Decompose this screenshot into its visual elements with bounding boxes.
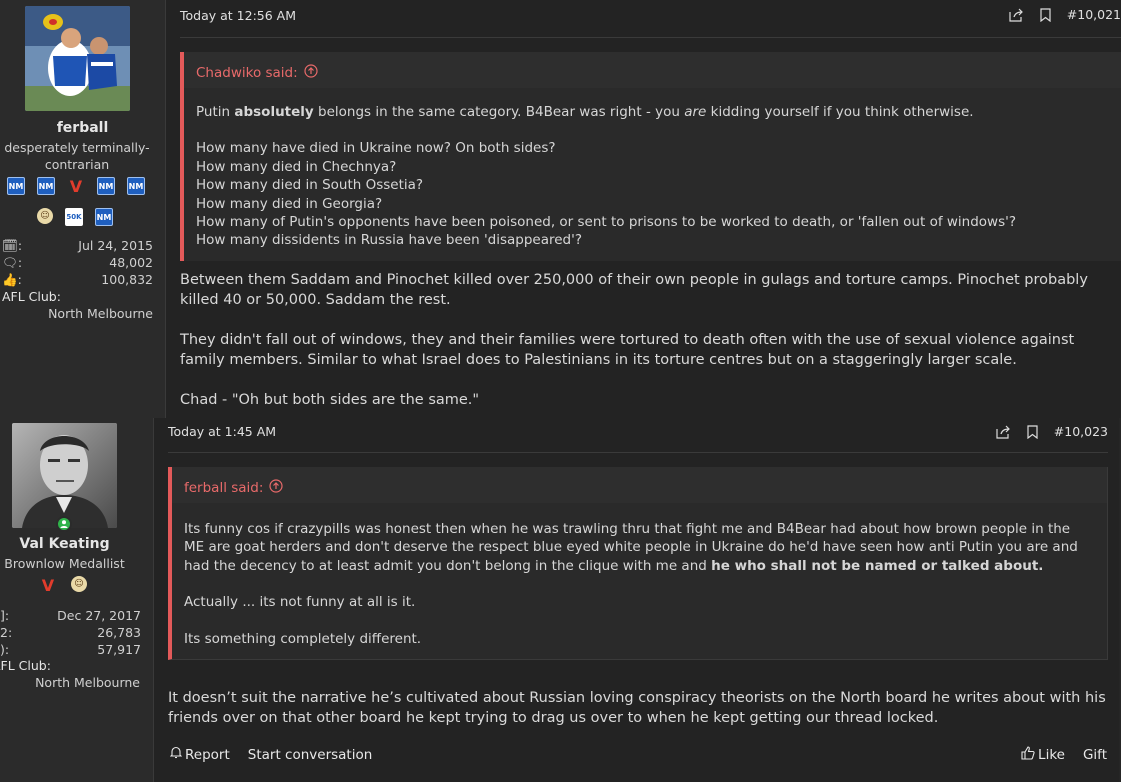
calendar-icon: 🗓: xyxy=(2,238,23,253)
quote-body: Its funny cos if crazypills was honest t… xyxy=(184,520,1093,648)
bookmark-icon[interactable] xyxy=(1027,424,1038,439)
nm-badge-icon[interactable]: NM xyxy=(7,177,25,195)
post-number[interactable]: #10,021 xyxy=(1067,7,1121,22)
divider xyxy=(180,37,1121,38)
reactions-value: 57,917 xyxy=(97,642,141,657)
messages-icon: 2: xyxy=(0,625,13,640)
bell-icon xyxy=(169,746,183,763)
quote-question: How many have died in Ukraine now? On bo… xyxy=(196,140,556,157)
post-timestamp[interactable]: Today at 12:56 AM xyxy=(180,8,296,23)
user-title-line1: desperately terminally- xyxy=(4,140,150,155)
post-10023: Val Keating Brownlow Medallist V ☺ ]: De… xyxy=(0,418,1121,782)
post-number[interactable]: #10,023 xyxy=(1054,424,1108,439)
post-body: Between them Saddam and Pinochet killed … xyxy=(180,270,1119,410)
nm-badge-icon[interactable]: NM xyxy=(97,177,115,195)
quote-paragraph: Its funny cos if crazypills was honest t… xyxy=(184,521,1078,574)
stat-messages: 2: 26,783 xyxy=(0,624,141,641)
nm-badge-icon[interactable]: NM xyxy=(95,208,113,226)
club-label: AFL Club: xyxy=(2,289,61,304)
k-badge-icon[interactable]: 50K xyxy=(65,208,83,226)
user-sidebar: Val Keating Brownlow Medallist V ☺ ]: De… xyxy=(0,418,154,782)
quote-paragraph: Its something completely different. xyxy=(184,630,422,647)
share-icon[interactable] xyxy=(1009,8,1024,22)
username[interactable]: Val Keating xyxy=(0,536,129,552)
quote-question: How many of Putin's opponents have been … xyxy=(196,214,1017,231)
post-paragraph: Between them Saddam and Pinochet killed … xyxy=(180,272,1088,308)
face-badge-icon[interactable]: ☺ xyxy=(37,208,53,224)
club-label: AFL Club: xyxy=(0,658,51,673)
gift-button[interactable]: Gift xyxy=(1083,747,1107,763)
quote-block: ferball said: Its funny cos if crazypill… xyxy=(168,467,1108,660)
post-actions-left: Report Start conversation xyxy=(169,746,373,763)
quote-author[interactable]: Chadwiko said: xyxy=(196,64,318,82)
thumbs-up-icon xyxy=(1021,746,1035,764)
messages-icon: 🗨: xyxy=(2,255,23,270)
post-body: It doesn’t suit the narrative he’s culti… xyxy=(168,690,1106,726)
joined-value: Dec 27, 2017 xyxy=(57,608,141,623)
club-value: North Melbourne xyxy=(35,675,140,690)
post-main: Today at 12:56 AM #10,021 Chadwiko said:… xyxy=(166,0,1121,418)
post-actions-right: Like Gift xyxy=(1021,746,1107,764)
share-icon[interactable] xyxy=(996,425,1011,439)
avatar[interactable] xyxy=(12,423,117,528)
divider xyxy=(168,452,1108,453)
start-conversation-button[interactable]: Start conversation xyxy=(248,747,373,763)
quote-line-1: Putin absolutely belongs in the same cat… xyxy=(196,104,974,120)
start-conversation-label: Start conversation xyxy=(247,746,373,763)
post-paragraph: Chad - "Oh but both sides are the same." xyxy=(180,392,480,408)
arrow-up-circle-icon[interactable] xyxy=(304,64,318,82)
nm-badge-icon[interactable]: NM xyxy=(37,177,55,195)
messages-value: 26,783 xyxy=(97,625,141,640)
like-button[interactable]: Like xyxy=(1021,746,1065,764)
online-status-icon xyxy=(56,516,72,532)
trophy-row-2: ☺ 50K NM xyxy=(37,208,113,226)
post-main: Today at 1:45 AM #10,023 ferball said: I… xyxy=(154,418,1119,782)
face-badge-icon[interactable]: ☺ xyxy=(71,576,87,592)
report-button[interactable]: Report xyxy=(169,746,230,763)
arrow-up-circle-icon[interactable] xyxy=(269,479,284,497)
thumbs-up-icon: 👍: xyxy=(2,272,22,287)
like-label: Like xyxy=(1038,747,1065,763)
thumbs-up-icon: ): xyxy=(0,642,10,657)
post-tools: #10,021 xyxy=(1009,7,1121,22)
user-title: Brownlow Medallist xyxy=(4,556,125,571)
calendar-icon: ]: xyxy=(0,608,10,623)
nm-badge-icon[interactable]: NM xyxy=(127,177,145,195)
stat-reactions: ): 57,917 xyxy=(0,641,141,658)
user-sidebar: ferball desperately terminally- contrari… xyxy=(0,0,166,418)
user-title: desperately terminally- contrarian xyxy=(0,139,154,173)
stat-joined: ]: Dec 27, 2017 xyxy=(0,607,141,624)
quote-question: How many died in South Ossetia? xyxy=(196,177,424,194)
quote-question: How many died in Chechnya? xyxy=(196,158,397,175)
reactions-value: 100,832 xyxy=(101,272,153,287)
stat-joined: 🗓: Jul 24, 2015 xyxy=(2,237,153,254)
quote-author-label: Chadwiko said: xyxy=(196,65,298,81)
post-paragraph: They didn't fall out of windows, they an… xyxy=(180,332,1075,368)
report-label: Report xyxy=(185,746,230,763)
v-badge-icon[interactable]: V xyxy=(39,576,57,595)
trophy-row: V ☺ xyxy=(39,576,87,595)
avatar[interactable] xyxy=(25,6,130,111)
stat-reactions: 👍: 100,832 xyxy=(2,271,153,288)
messages-value: 48,002 xyxy=(109,255,153,270)
gift-label: Gift xyxy=(1082,747,1107,763)
post-timestamp[interactable]: Today at 1:45 AM xyxy=(168,424,276,439)
joined-value: Jul 24, 2015 xyxy=(78,238,153,253)
user-title-line2: contrarian xyxy=(44,157,110,172)
v-badge-icon[interactable]: V xyxy=(67,177,85,196)
post-tools: #10,023 xyxy=(996,424,1108,439)
username[interactable]: ferball xyxy=(0,120,165,136)
quote-body: Putin absolutely belongs in the same cat… xyxy=(196,103,1111,250)
quote-paragraph: Actually ... its not funny at all is it. xyxy=(184,594,416,611)
bookmark-icon[interactable] xyxy=(1040,7,1051,22)
quote-author-label: ferball said: xyxy=(184,480,264,496)
quote-author[interactable]: ferball said: xyxy=(184,479,284,497)
post-10021: ferball desperately terminally- contrari… xyxy=(0,0,1121,418)
club-value: North Melbourne xyxy=(48,306,153,321)
quote-block: Chadwiko said: Putin absolutely belongs … xyxy=(180,52,1121,261)
quote-question: How many dissidents in Russia have been … xyxy=(196,232,583,249)
trophy-row-1: NM NM V NM NM xyxy=(7,177,145,196)
stat-messages: 🗨: 48,002 xyxy=(2,254,153,271)
quote-question: How many died in Georgia? xyxy=(196,195,383,212)
